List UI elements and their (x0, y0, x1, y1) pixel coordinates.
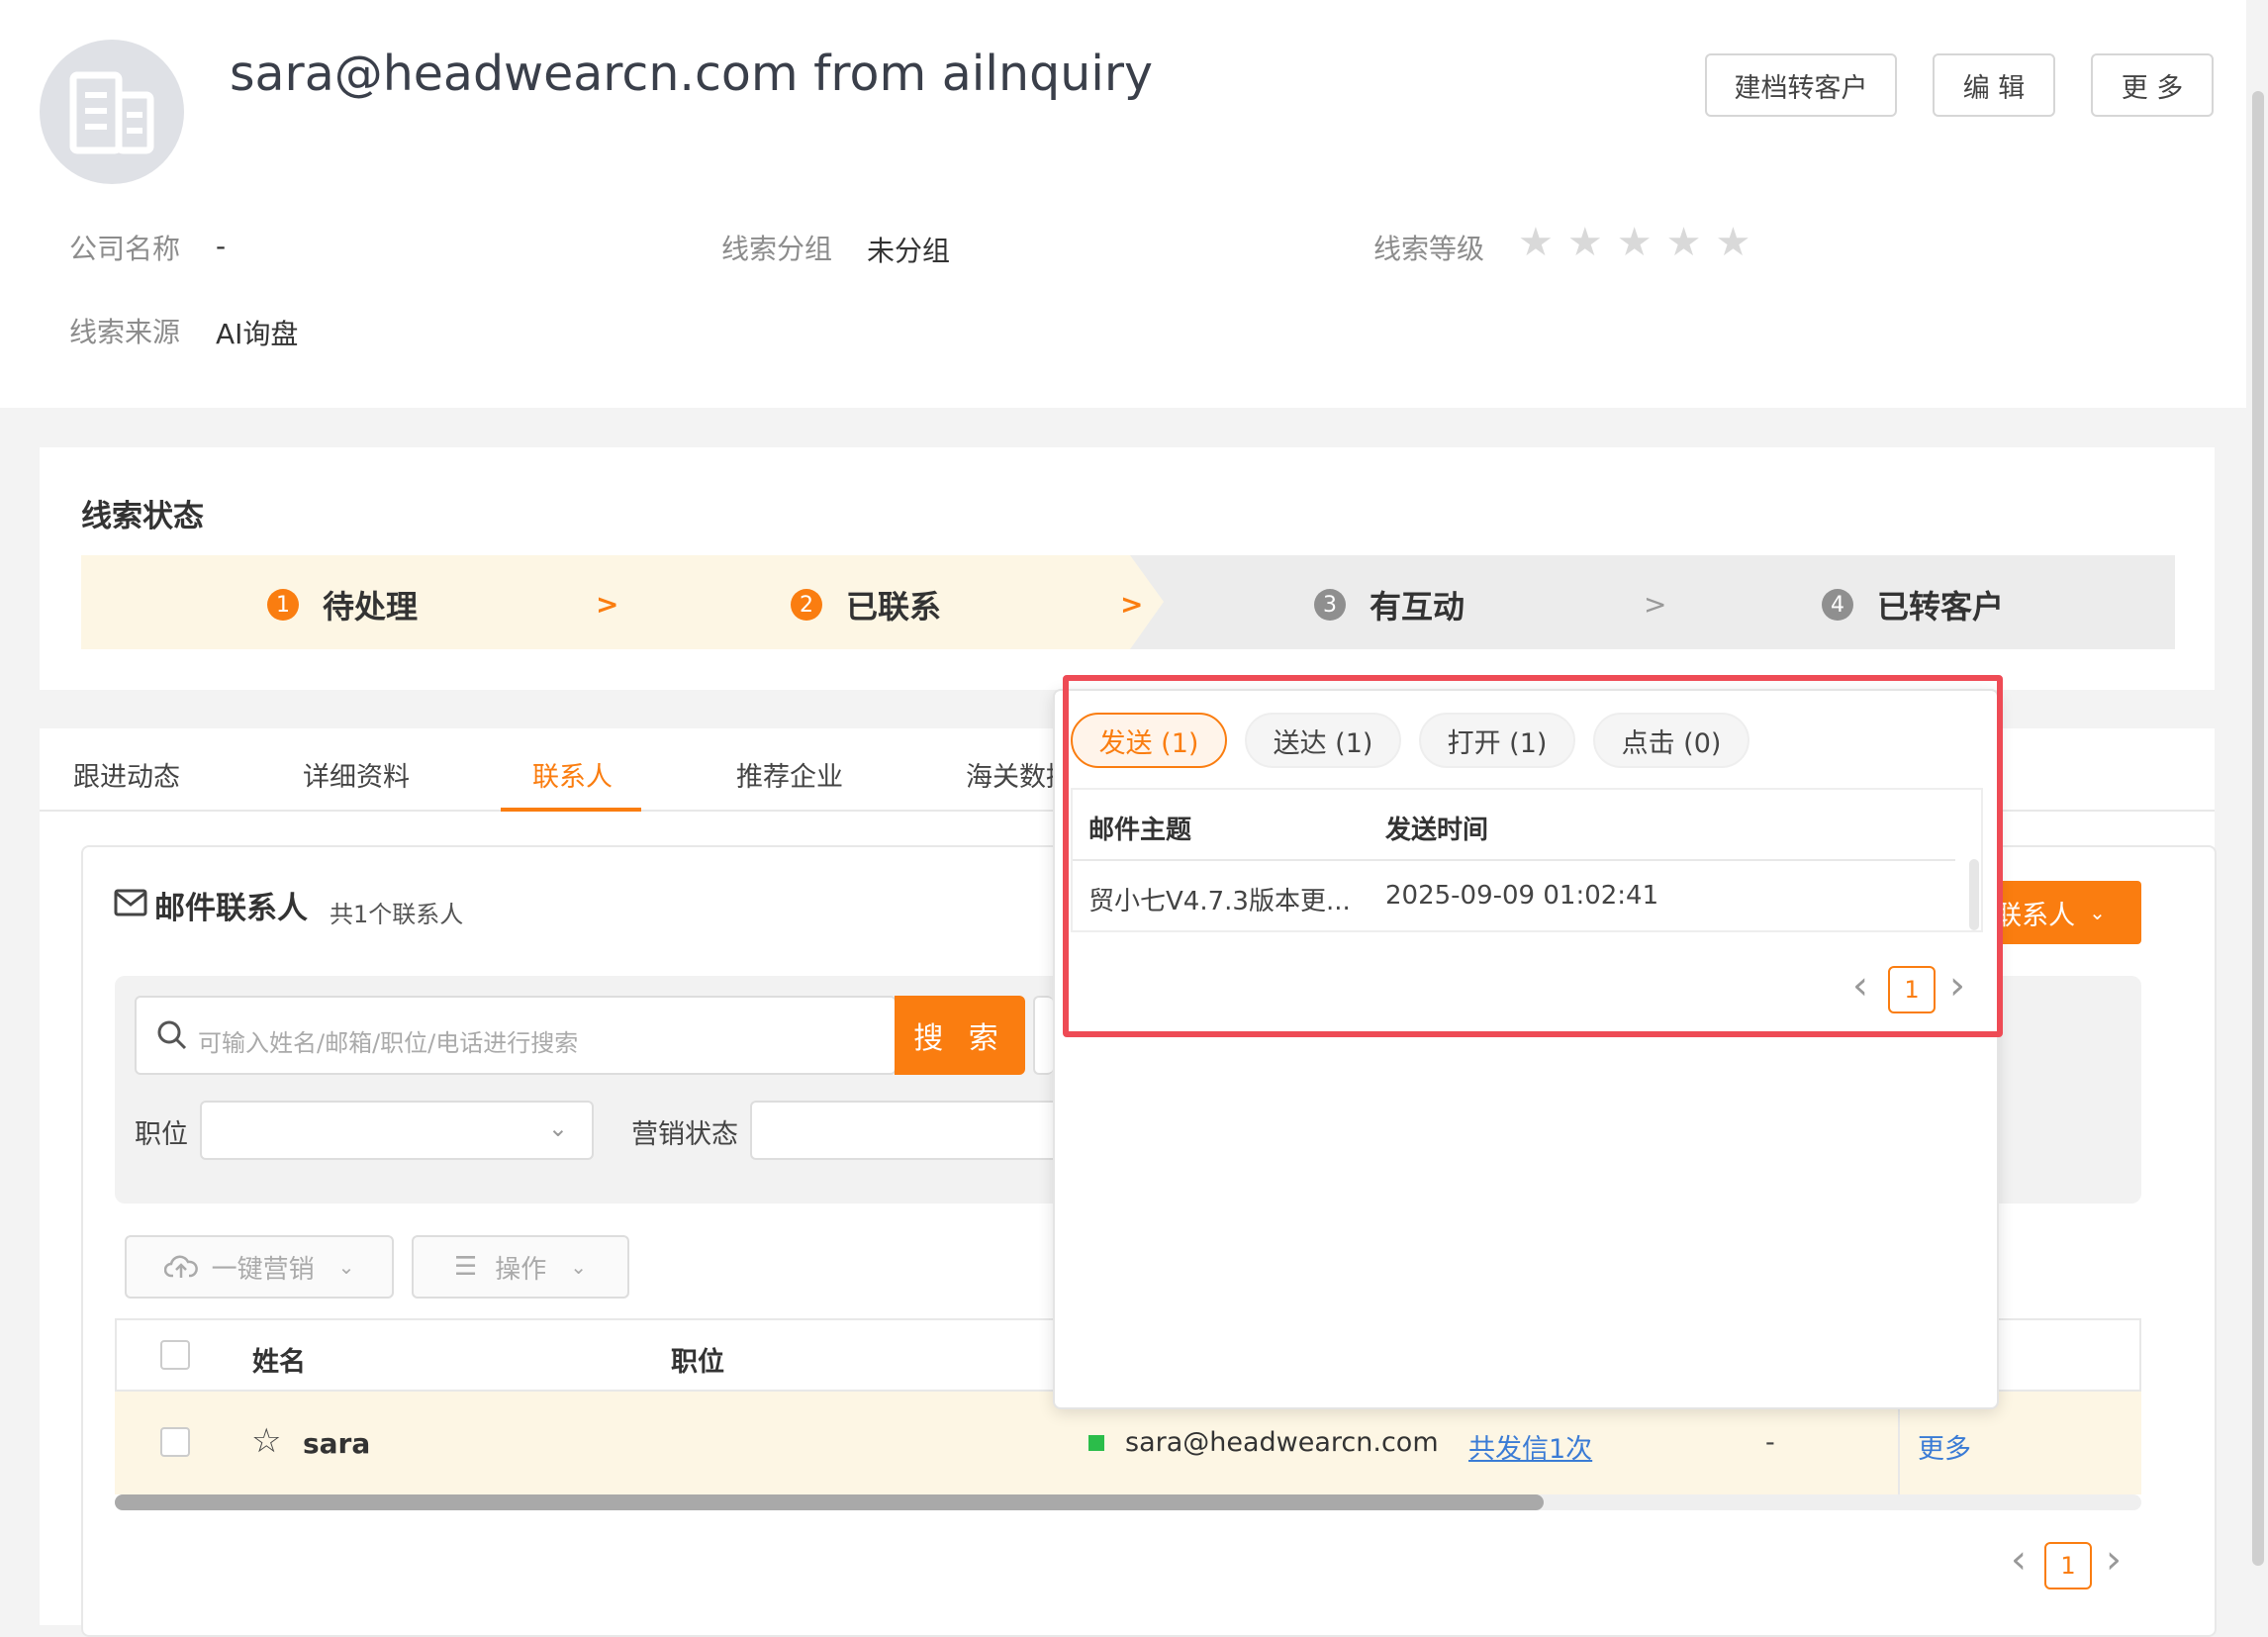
search-button[interactable]: 搜 索 (895, 996, 1025, 1075)
step-arrow: > (1120, 588, 1144, 621)
step-number: 2 (791, 589, 822, 621)
cloud-upload-icon (163, 1255, 198, 1278)
email-valid-indicator (1088, 1435, 1104, 1451)
operation-button[interactable]: ☰ 操作 ⌄ (412, 1235, 629, 1299)
status-step-pending[interactable]: 1 待处理 (267, 582, 418, 627)
email-contacts-title: 邮件联系人 (154, 891, 308, 926)
highlight-annotation-box (1063, 675, 2003, 1037)
contact-name: sara (303, 1427, 371, 1460)
company-name-label: 公司名称 (69, 233, 181, 265)
marketing-status-label: 营销状态 (631, 1119, 738, 1150)
step-number: 1 (267, 589, 299, 621)
step-arrow: > (1644, 588, 1667, 621)
step-label: 已联系 (846, 588, 942, 626)
column-position: 职位 (671, 1347, 724, 1378)
marketing-status-select[interactable] (750, 1101, 1053, 1160)
step-label: 已转客户 (1877, 588, 2005, 626)
edit-button[interactable]: 编 辑 (1933, 53, 2055, 117)
lead-source-value: AI询盘 (216, 318, 299, 350)
chevron-down-icon: ⌄ (547, 1114, 568, 1142)
bulk-marketing-label: 一键营销 (211, 1254, 315, 1285)
extra-filter-input[interactable] (1033, 996, 1053, 1075)
star-icon[interactable]: ★ (1715, 220, 1750, 265)
mail-icon (114, 889, 147, 916)
column-name: 姓名 (252, 1347, 306, 1378)
lead-group-label: 线索分组 (721, 233, 833, 265)
star-icon[interactable]: ★ (1617, 220, 1653, 265)
star-icon[interactable]: ★ (1518, 220, 1554, 265)
tab-details[interactable]: 详细资料 (303, 755, 410, 794)
step-number: 4 (1822, 589, 1853, 621)
status-step-contacted[interactable]: 2 已联系 (791, 582, 941, 627)
lead-source-label: 线索来源 (69, 316, 181, 348)
operation-label: 操作 (495, 1254, 547, 1285)
select-all-checkbox[interactable] (160, 1340, 190, 1370)
next-page-icon[interactable]: › (2106, 1540, 2122, 1580)
search-placeholder: 可输入姓名/邮箱/职位/电话进行搜索 (198, 1029, 579, 1057)
search-icon (157, 1020, 187, 1050)
star-icon[interactable]: ★ (1567, 220, 1603, 265)
contact-extra-value: - (1765, 1427, 1775, 1458)
table-scrollbar-thumb[interactable] (115, 1494, 1544, 1510)
chevron-down-icon: ⌄ (337, 1255, 355, 1279)
bulk-marketing-button[interactable]: 一键营销 ⌄ (125, 1235, 394, 1299)
position-filter-label: 职位 (135, 1119, 188, 1150)
sent-count-link[interactable]: 共发信1次 (1468, 1427, 1592, 1466)
row-more-link[interactable]: 更多 (1918, 1427, 1971, 1466)
active-tab-indicator (501, 808, 641, 812)
status-step-converted[interactable]: 4 已转客户 (1822, 582, 2004, 627)
tab-follow-up[interactable]: 跟进动态 (73, 755, 180, 794)
status-step-interacted[interactable]: 3 有互动 (1314, 582, 1465, 627)
step-label: 有互动 (1370, 588, 1465, 626)
chevron-down-icon: ⌄ (2089, 901, 2106, 924)
star-outline-icon[interactable]: ☆ (251, 1421, 281, 1461)
add-contact-label: 联系人 (1995, 900, 2076, 931)
tab-recommended-companies[interactable]: 推荐企业 (736, 755, 843, 794)
archive-to-customer-button[interactable]: 建档转客户 (1705, 53, 1897, 117)
position-select[interactable]: ⌄ (200, 1101, 594, 1160)
row-checkbox[interactable] (160, 1427, 190, 1457)
window-scrollbar[interactable] (2252, 91, 2264, 1566)
step-label: 待处理 (323, 588, 419, 626)
more-button[interactable]: 更 多 (2091, 53, 2214, 117)
company-avatar (40, 40, 184, 184)
step-number: 3 (1314, 589, 1346, 621)
star-icon[interactable]: ★ (1666, 220, 1702, 265)
search-input[interactable]: 可输入姓名/邮箱/职位/电话进行搜索 (135, 996, 897, 1075)
current-page[interactable]: 1 (2044, 1542, 2092, 1589)
lead-status-title: 线索状态 (81, 499, 204, 534)
contact-email: sara@headwearcn.com (1125, 1427, 1439, 1458)
prev-page-icon[interactable]: ‹ (2011, 1540, 2027, 1580)
tab-contacts[interactable]: 联系人 (532, 755, 613, 794)
building-icon (69, 71, 154, 154)
step-arrow: > (596, 588, 619, 621)
company-name-value: - (216, 230, 227, 262)
lead-title: sara@headwearcn.com from ailnquiry (230, 46, 1154, 102)
lead-level-label: 线索等级 (1373, 233, 1485, 265)
list-icon: ☰ (453, 1252, 478, 1282)
chevron-down-icon: ⌄ (570, 1255, 588, 1279)
lead-level-stars[interactable]: ★ ★ ★ ★ ★ (1518, 220, 1750, 265)
lead-group-value: 未分组 (867, 235, 951, 267)
contacts-count: 共1个联系人 (330, 901, 464, 928)
